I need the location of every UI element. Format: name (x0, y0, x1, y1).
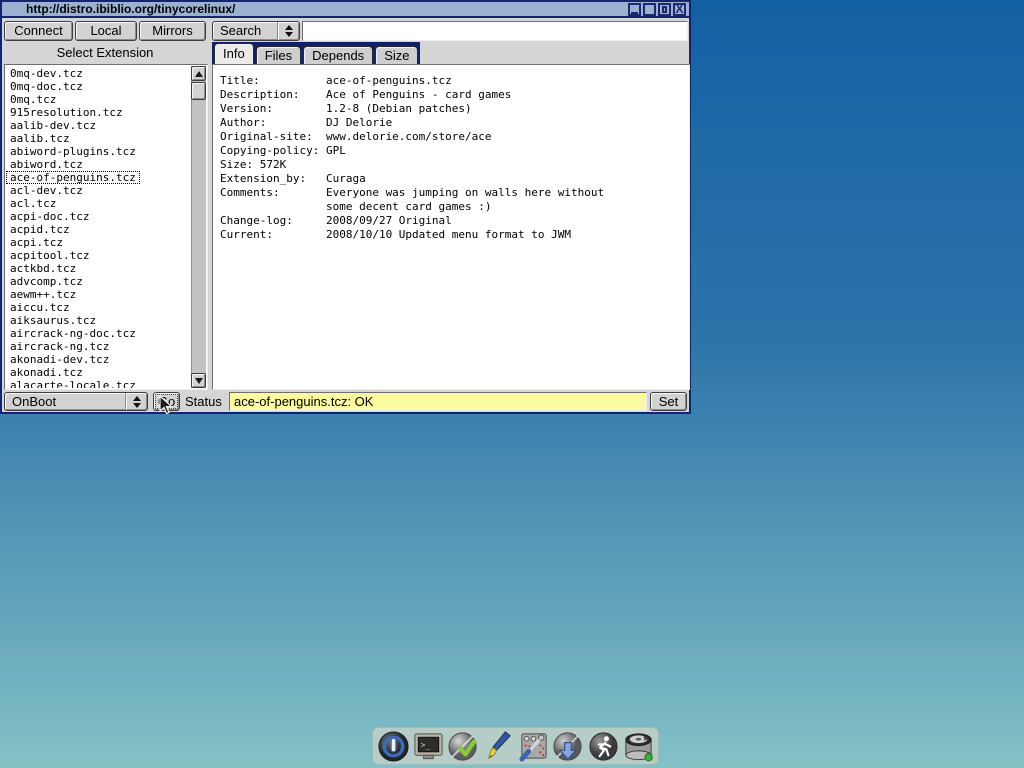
list-item[interactable]: ace-of-penguins.tcz (6, 171, 140, 184)
info-line: Copying-policy: GPL (220, 144, 689, 158)
package-listbox: 0mq-dev.tcz 0mq-doc.tcz 0mq.tcz 915resol… (4, 64, 208, 390)
list-item[interactable]: 0mq.tcz (6, 93, 60, 106)
list-item[interactable]: abiword-plugins.tcz (6, 145, 140, 158)
info-line: Current: 2008/10/10 Updated menu format … (220, 228, 689, 242)
info-line: Author: DJ Delorie (220, 116, 689, 130)
list-item[interactable]: acl-dev.tcz (6, 184, 87, 197)
info-panel: Title: ace-of-penguins.tcz Description: … (212, 64, 690, 390)
mount-disk-icon[interactable] (621, 729, 655, 763)
list-item[interactable]: advcomp.tcz (6, 275, 87, 288)
info-line: Size: 572K (220, 158, 689, 172)
connect-button[interactable]: Connect (4, 21, 73, 41)
list-item[interactable]: acpi.tcz (6, 236, 67, 249)
dock: >_ (372, 727, 659, 765)
set-button[interactable]: Set (650, 392, 687, 411)
tab-size[interactable]: Size (375, 46, 418, 64)
list-item[interactable]: 0mq-dev.tcz (6, 67, 87, 80)
tab-bar: Info Files Depends Size (212, 42, 420, 64)
list-item[interactable]: 0mq-doc.tcz (6, 80, 87, 93)
list-item[interactable]: alacarte-locale.tcz (6, 379, 140, 388)
list-item[interactable]: aalib.tcz (6, 132, 74, 145)
search-input[interactable] (302, 21, 688, 41)
install-mode-dropdown[interactable]: OnBoot (4, 392, 148, 411)
apps-check-icon[interactable] (446, 729, 480, 763)
control-panel-icon[interactable] (516, 729, 550, 763)
updown-arrows-icon (125, 393, 147, 410)
select-extension-label: Select Extension (2, 45, 208, 60)
list-item[interactable]: acpi-doc.tcz (6, 210, 93, 223)
list-item[interactable]: aiksaurus.tcz (6, 314, 100, 327)
info-line: Comments: Everyone was jumping on walls … (220, 186, 689, 200)
minimize-icon[interactable] (628, 3, 641, 16)
package-list: 0mq-dev.tcz 0mq-doc.tcz 0mq.tcz 915resol… (6, 66, 191, 388)
info-line: Description: Ace of Penguins - card game… (220, 88, 689, 102)
list-scrollbar[interactable] (191, 66, 206, 388)
list-item[interactable]: akonadi.tcz (6, 366, 87, 379)
list-item[interactable]: aewm++.tcz (6, 288, 80, 301)
info-line: Title: ace-of-penguins.tcz (220, 74, 689, 88)
tab-depends[interactable]: Depends (303, 46, 373, 64)
status-label: Status (185, 394, 222, 409)
list-item[interactable]: actkbd.tcz (6, 262, 80, 275)
search-mode-value: Search (213, 22, 277, 40)
appbrowser-window: http://distro.ibiblio.org/tinycorelinux/… (0, 0, 691, 414)
scroll-up-icon[interactable] (191, 66, 206, 81)
run-icon[interactable] (586, 729, 620, 763)
terminal-icon[interactable]: >_ (411, 729, 445, 763)
list-item[interactable]: aircrack-ng.tcz (6, 340, 113, 353)
list-item[interactable]: aircrack-ng-doc.tcz (6, 327, 140, 340)
list-item[interactable]: acpitool.tcz (6, 249, 93, 262)
list-item[interactable]: acl.tcz (6, 197, 60, 210)
search-mode-dropdown[interactable]: Search (212, 21, 300, 41)
titlebar[interactable]: http://distro.ibiblio.org/tinycorelinux/… (2, 2, 689, 18)
bottom-bar: OnBoot Go Status ace-of-penguins.tcz: OK… (2, 391, 689, 412)
maximize-icon[interactable] (643, 3, 656, 16)
restore-icon[interactable] (658, 3, 671, 16)
list-item[interactable]: aalib-dev.tcz (6, 119, 100, 132)
paint-brush-icon[interactable] (481, 729, 515, 763)
list-item[interactable]: acpid.tcz (6, 223, 74, 236)
status-field[interactable]: ace-of-penguins.tcz: OK (229, 392, 647, 411)
list-item[interactable]: akonadi-dev.tcz (6, 353, 113, 366)
tab-info[interactable]: Info (214, 43, 254, 64)
power-icon[interactable] (376, 729, 410, 763)
scroll-down-icon[interactable] (191, 373, 206, 388)
info-line: Extension_by: Curaga (220, 172, 689, 186)
info-line: Version: 1.2-8 (Debian patches) (220, 102, 689, 116)
info-line: Original-site: www.delorie.com/store/ace (220, 130, 689, 144)
list-item[interactable]: abiword.tcz (6, 158, 87, 171)
list-item[interactable]: 915resolution.tcz (6, 106, 127, 119)
svg-text:>_: >_ (420, 740, 430, 749)
go-button[interactable]: Go (153, 392, 180, 411)
updown-arrows-icon (277, 22, 299, 40)
local-button[interactable]: Local (75, 21, 137, 41)
install-mode-value: OnBoot (5, 393, 125, 410)
app-audit-icon[interactable] (551, 729, 585, 763)
tab-files[interactable]: Files (256, 46, 301, 64)
window-controls: X (628, 3, 686, 16)
info-line: Change-log: 2008/09/27 Original (220, 214, 689, 228)
mirrors-button[interactable]: Mirrors (139, 21, 206, 41)
desktop: http://distro.ibiblio.org/tinycorelinux/… (0, 0, 1024, 768)
close-icon[interactable]: X (673, 3, 686, 16)
list-item[interactable]: aiccu.tcz (6, 301, 74, 314)
scrollbar-thumb[interactable] (191, 82, 206, 100)
info-line: some decent card games :) (220, 200, 689, 214)
window-title: http://distro.ibiblio.org/tinycorelinux/ (2, 2, 689, 17)
